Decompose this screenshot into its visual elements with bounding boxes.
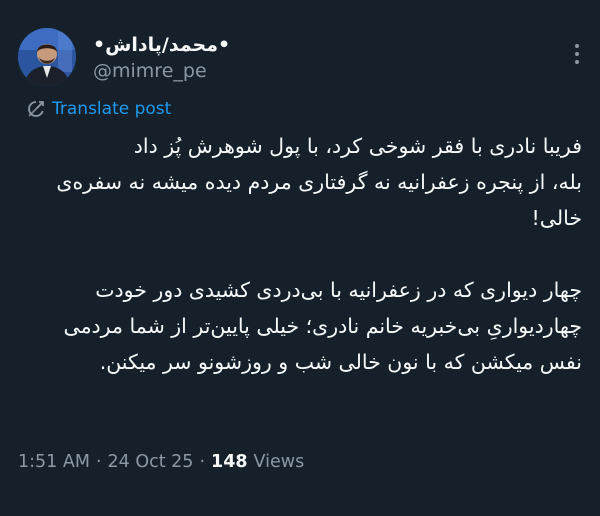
author-display-name[interactable]: •محمد/پاداش• <box>93 34 230 56</box>
post-meta: 1:51 AM · 24 Oct 25 · 148 Views <box>18 450 304 474</box>
meta-separator: · <box>199 452 206 472</box>
more-dots-icon <box>575 44 579 64</box>
author-handle[interactable]: @mimre_pe <box>93 60 207 82</box>
post-card: •محمد/پاداش• @mimre_pe Translate post فر… <box>0 0 600 516</box>
avatar-image <box>18 28 76 86</box>
avatar[interactable] <box>18 28 76 86</box>
views-label[interactable]: Views <box>254 452 305 472</box>
post-text: فریبا نادری با فقر شوخی کرد، با پول شوهر… <box>56 134 582 374</box>
post-time[interactable]: 1:51 AM <box>18 452 90 472</box>
translate-post-label: Translate post <box>52 99 172 119</box>
translate-icon <box>28 101 44 117</box>
post-date[interactable]: 24 Oct 25 <box>108 452 194 472</box>
views-count[interactable]: 148 <box>211 452 248 472</box>
meta-separator: · <box>95 452 102 472</box>
translate-post-button[interactable]: Translate post <box>26 97 171 121</box>
more-options-button[interactable] <box>566 40 588 68</box>
